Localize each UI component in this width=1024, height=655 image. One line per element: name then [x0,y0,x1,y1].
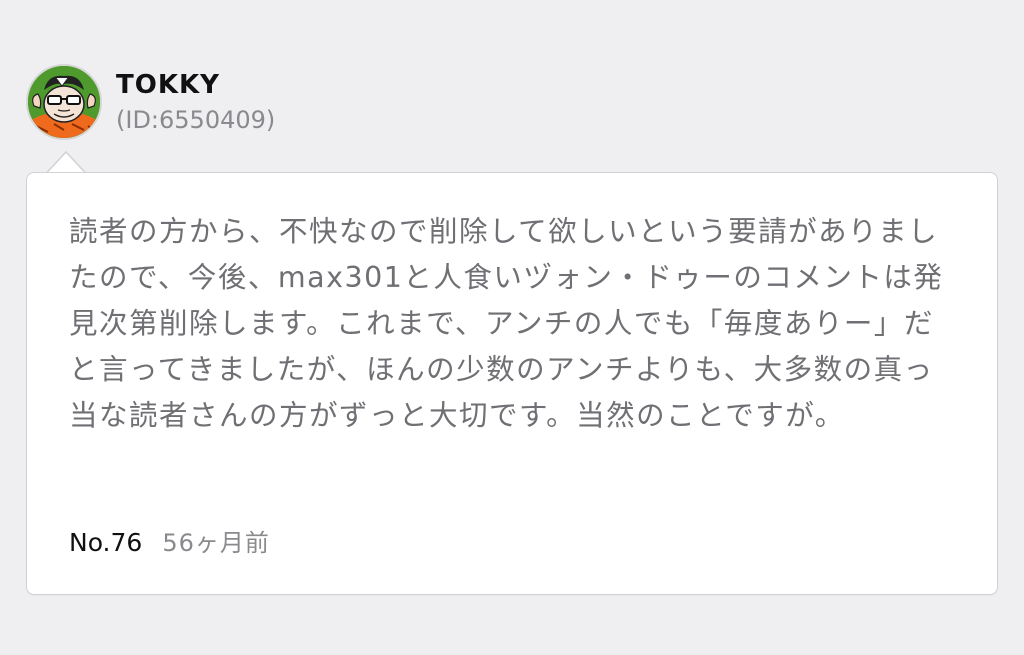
comment-footer: No.76 56ヶ月前 [69,523,270,558]
comment-number[interactable]: No.76 [69,528,142,557]
comment-bubble: 読者の方から、不快なので削除して欲しいという要請がありましたので、今後、max3… [26,172,998,595]
avatar[interactable] [26,64,102,140]
user-id: (ID:6550409) [116,106,276,134]
cartoon-portrait-icon [28,66,100,138]
user-meta: TOKKY (ID:6550409) [116,68,275,136]
comment-header: TOKKY (ID:6550409) [26,62,275,142]
comment-timestamp: 56ヶ月前 [162,529,270,557]
username[interactable]: TOKKY [116,68,275,102]
comment-text: 読者の方から、不快なので削除して欲しいという要請がありましたので、今後、max3… [69,215,944,432]
